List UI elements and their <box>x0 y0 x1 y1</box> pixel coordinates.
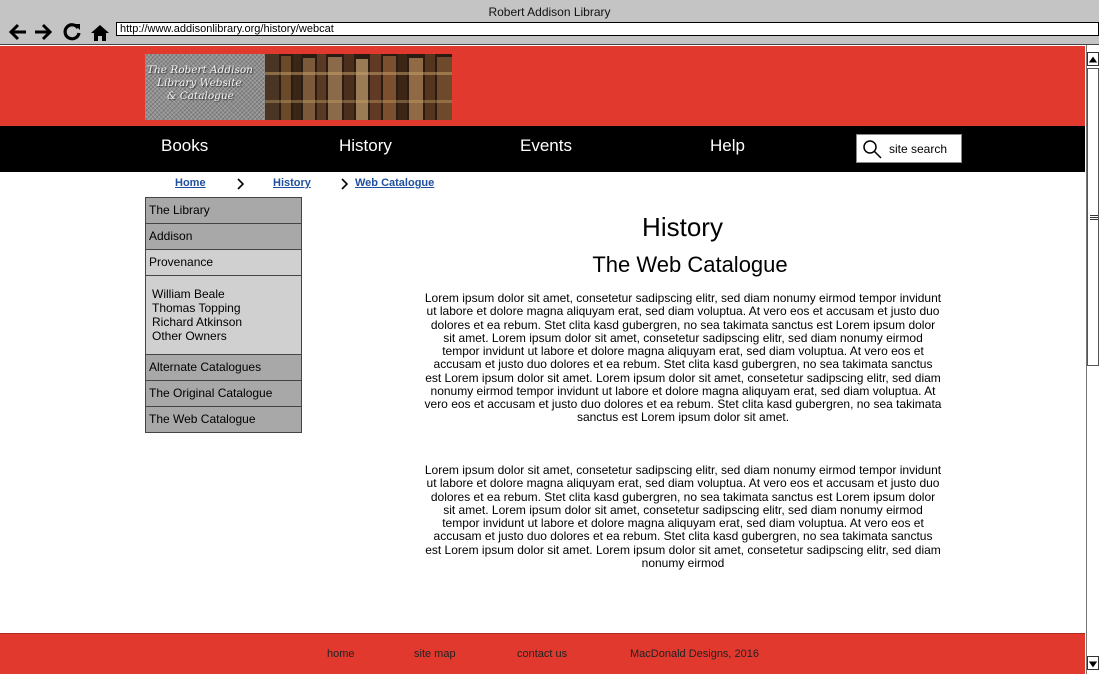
breadcrumb-web-catalogue[interactable]: Web Catalogue <box>355 177 434 189</box>
body-paragraph: Lorem ipsum dolor sit amet, consetetur s… <box>424 291 942 425</box>
nav-help[interactable]: Help <box>710 136 745 156</box>
back-arrow-icon[interactable] <box>8 22 28 42</box>
scroll-down-arrow-icon[interactable] <box>1087 656 1099 670</box>
footer-link-home[interactable]: home <box>327 648 355 660</box>
side-item-original-catalogue[interactable]: The Original Catalogue <box>145 380 302 407</box>
nav-books[interactable]: Books <box>161 136 208 156</box>
breadcrumb-history[interactable]: History <box>273 177 311 189</box>
footer-link-site-map[interactable]: site map <box>414 648 456 660</box>
books-image <box>265 54 452 120</box>
footer-link-contact-us[interactable]: contact us <box>517 648 567 660</box>
provenance-submenu: William Beale Thomas Topping Richard Atk… <box>145 275 302 355</box>
submenu-item-thomas-topping[interactable]: Thomas Topping <box>152 301 241 315</box>
scroll-up-arrow-icon[interactable] <box>1087 52 1099 66</box>
breadcrumb-home[interactable]: Home <box>175 177 206 189</box>
scroll-thumb[interactable] <box>1087 68 1099 366</box>
nav-events[interactable]: Events <box>520 136 572 156</box>
submenu-item-william-beale[interactable]: William Beale <box>152 287 225 301</box>
submenu-item-richard-atkinson[interactable]: Richard Atkinson <box>152 315 242 329</box>
chevron-right-icon <box>341 178 349 190</box>
page-title: History <box>642 212 723 242</box>
logo-text: The Robert Addison Library Website & Cat… <box>147 64 253 102</box>
search-input[interactable] <box>889 140 959 158</box>
side-item-provenance[interactable]: Provenance <box>145 249 302 276</box>
logo-text-panel: The Robert Addison Library Website & Cat… <box>145 54 265 120</box>
side-item-alternate-catalogues[interactable]: Alternate Catalogues <box>145 354 302 381</box>
forward-arrow-icon[interactable] <box>33 22 53 42</box>
page-subtitle: The Web Catalogue <box>592 252 788 277</box>
reload-icon[interactable] <box>62 22 82 42</box>
window-title: Robert Addison Library <box>488 5 611 19</box>
side-item-the-library[interactable]: The Library <box>145 197 302 224</box>
submenu-item-other-owners[interactable]: Other Owners <box>152 329 227 343</box>
body-paragraph: Lorem ipsum dolor sit amet, consetetur s… <box>424 463 942 570</box>
side-item-web-catalogue[interactable]: The Web Catalogue <box>145 406 302 433</box>
footer-copyright: MacDonald Designs, 2016 <box>630 648 760 660</box>
nav-history[interactable]: History <box>339 136 392 156</box>
home-icon[interactable] <box>90 23 110 43</box>
browser-toolbar: Robert Addison Library <box>0 0 1099 45</box>
address-bar[interactable] <box>116 22 1099 36</box>
scroll-grip-icon <box>1090 215 1098 220</box>
site-search[interactable] <box>856 134 962 163</box>
chevron-right-icon <box>237 178 245 190</box>
site-logo[interactable]: The Robert Addison Library Website & Cat… <box>145 54 452 120</box>
side-item-addison[interactable]: Addison <box>145 223 302 250</box>
search-icon[interactable] <box>862 139 882 159</box>
